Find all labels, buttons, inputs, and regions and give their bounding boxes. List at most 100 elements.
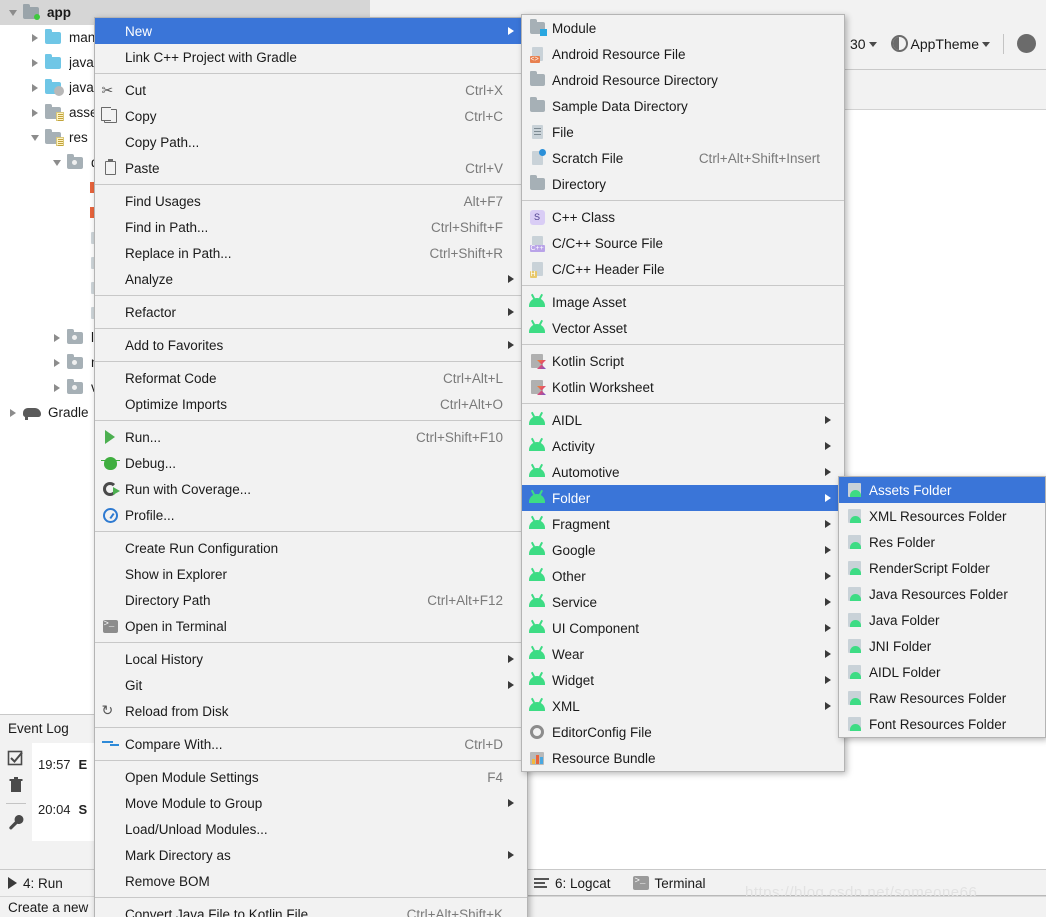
context-menu-item-mark-directory-as[interactable]: Mark Directory as [95, 842, 527, 868]
tree-twisty[interactable] [48, 358, 66, 367]
new-menu-item-file[interactable]: File [522, 119, 844, 145]
terminal-tab[interactable]: Terminal [632, 876, 706, 891]
context-menu-item-directory-path[interactable]: Directory Path Ctrl+Alt+F12 [95, 587, 527, 613]
api-level-selector[interactable]: 30 [846, 34, 881, 54]
logcat-tab[interactable]: 6: Logcat [534, 876, 611, 891]
new-menu-item-image-asset[interactable]: Image Asset [522, 289, 844, 315]
context-menu-item-add-to-favorites[interactable]: Add to Favorites [95, 332, 527, 358]
context-menu-item-reload-from-disk[interactable]: ↻ Reload from Disk [95, 698, 527, 724]
context-menu-item-load-unload-modules[interactable]: Load/Unload Modules... [95, 816, 527, 842]
new-menu-item-kotlin-script[interactable]: Kotlin Script [522, 348, 844, 374]
folder-menu-item-aidl-folder[interactable]: AIDL Folder [839, 659, 1045, 685]
tree-twisty-collapsed[interactable] [54, 383, 60, 392]
context-menu-item-refactor[interactable]: Refactor [95, 299, 527, 325]
tree-twisty-expanded[interactable] [9, 9, 17, 16]
tree-twisty-collapsed[interactable] [32, 83, 38, 92]
new-menu-item-sample-data-directory[interactable]: Sample Data Directory [522, 93, 844, 119]
context-menu-item-run-with-coverage[interactable]: Run with Coverage... [95, 476, 527, 502]
tree-twisty[interactable] [26, 58, 44, 67]
tree-twisty-collapsed[interactable] [32, 33, 38, 42]
context-menu-item-link-c-project-with-gradle[interactable]: Link C++ Project with Gradle [95, 44, 527, 70]
folder-menu-item-jni-folder[interactable]: JNI Folder [839, 633, 1045, 659]
new-menu-item-c-c-source-file[interactable]: C++ C/C++ Source File [522, 230, 844, 256]
new-menu-item-scratch-file[interactable]: Scratch File Ctrl+Alt+Shift+Insert [522, 145, 844, 171]
context-menu-item-convert-java-file-to-kotlin-file[interactable]: Convert Java File to Kotlin File Ctrl+Alt… [95, 901, 527, 917]
new-menu-item-other[interactable]: Other [522, 563, 844, 589]
context-menu-item-paste[interactable]: Paste Ctrl+V [95, 155, 527, 181]
tree-twisty[interactable] [26, 33, 44, 42]
context-menu-item-git[interactable]: Git [95, 672, 527, 698]
context-menu-item-reformat-code[interactable]: Reformat Code Ctrl+Alt+L [95, 365, 527, 391]
new-menu-item-ui-component[interactable]: UI Component [522, 615, 844, 641]
tree-twisty[interactable] [26, 108, 44, 117]
new-menu-item-widget[interactable]: Widget [522, 667, 844, 693]
folder-menu-item-raw-resources-folder[interactable]: Raw Resources Folder [839, 685, 1045, 711]
new-menu-item-wear[interactable]: Wear [522, 641, 844, 667]
project-context-menu[interactable]: New Link C++ Project with Gradle ✂ Cut Ctrl+… [94, 17, 528, 917]
new-menu-item-c-class[interactable]: S C++ Class [522, 204, 844, 230]
tree-twisty[interactable] [48, 159, 66, 166]
folder-submenu[interactable]: Assets Folder XML Resources Folder Res Fol… [838, 476, 1046, 738]
context-menu-item-open-module-settings[interactable]: Open Module Settings F4 [95, 764, 527, 790]
tree-twisty-collapsed[interactable] [32, 58, 38, 67]
context-menu-item-analyze[interactable]: Analyze [95, 266, 527, 292]
context-menu-item-local-history[interactable]: Local History [95, 646, 527, 672]
new-submenu[interactable]: Module <> Android Resource File Android Res… [521, 14, 845, 772]
context-menu-item-optimize-imports[interactable]: Optimize Imports Ctrl+Alt+O [95, 391, 527, 417]
context-menu-item-create-run-configuration[interactable]: Create Run Configuration [95, 535, 527, 561]
context-menu-item-copy[interactable]: Copy Ctrl+C [95, 103, 527, 129]
tree-twisty[interactable] [48, 333, 66, 342]
context-menu-item-remove-bom[interactable]: Remove BOM [95, 868, 527, 894]
folder-menu-item-assets-folder[interactable]: Assets Folder [839, 477, 1045, 503]
tree-twisty[interactable] [4, 408, 22, 417]
new-menu-item-folder[interactable]: Folder [522, 485, 844, 511]
new-menu-item-google[interactable]: Google [522, 537, 844, 563]
new-menu-item-resource-bundle[interactable]: Resource Bundle [522, 745, 844, 771]
locale-selector[interactable] [1013, 32, 1040, 55]
context-menu-item-new[interactable]: New [95, 18, 527, 44]
settings-wrench-icon[interactable] [7, 813, 25, 831]
folder-menu-item-renderscript-folder[interactable]: RenderScript Folder [839, 555, 1045, 581]
context-menu-item-debug[interactable]: Debug... [95, 450, 527, 476]
new-menu-item-automotive[interactable]: Automotive [522, 459, 844, 485]
new-menu-item-service[interactable]: Service [522, 589, 844, 615]
new-menu-item-kotlin-worksheet[interactable]: Kotlin Worksheet [522, 374, 844, 400]
folder-menu-item-xml-resources-folder[interactable]: XML Resources Folder [839, 503, 1045, 529]
new-menu-item-module[interactable]: Module [522, 15, 844, 41]
tree-twisty-collapsed[interactable] [10, 408, 16, 417]
context-menu-item-cut[interactable]: ✂ Cut Ctrl+X [95, 77, 527, 103]
delete-icon[interactable] [7, 776, 25, 794]
tree-twisty-expanded[interactable] [53, 159, 61, 166]
tree-twisty[interactable] [4, 9, 22, 16]
tree-twisty-collapsed[interactable] [54, 358, 60, 367]
new-menu-item-activity[interactable]: Activity [522, 433, 844, 459]
tree-twisty-expanded[interactable] [31, 134, 39, 141]
folder-menu-item-font-resources-folder[interactable]: Font Resources Folder [839, 711, 1045, 737]
context-menu-item-profile[interactable]: Profile... [95, 502, 527, 528]
new-menu-item-android-resource-file[interactable]: <> Android Resource File [522, 41, 844, 67]
new-menu-item-c-c-header-file[interactable]: H C/C++ Header File [522, 256, 844, 282]
context-menu-item-open-in-terminal[interactable]: Open in Terminal [95, 613, 527, 639]
new-menu-item-directory[interactable]: Directory [522, 171, 844, 197]
tree-twisty-collapsed[interactable] [32, 108, 38, 117]
context-menu-item-copy-path[interactable]: Copy Path... [95, 129, 527, 155]
tree-twisty[interactable] [26, 83, 44, 92]
context-menu-item-show-in-explorer[interactable]: Show in Explorer [95, 561, 527, 587]
tree-twisty[interactable] [26, 134, 44, 141]
context-menu-item-compare-with[interactable]: Compare With... Ctrl+D [95, 731, 527, 757]
context-menu-item-find-usages[interactable]: Find Usages Alt+F7 [95, 188, 527, 214]
context-menu-item-move-module-to-group[interactable]: Move Module to Group [95, 790, 527, 816]
context-menu-item-replace-in-path[interactable]: Replace in Path... Ctrl+Shift+R [95, 240, 527, 266]
new-menu-item-vector-asset[interactable]: Vector Asset [522, 315, 844, 341]
tree-twisty[interactable] [48, 383, 66, 392]
run-tool-window-tab[interactable]: 4: Run [0, 869, 95, 896]
new-menu-item-aidl[interactable]: AIDL [522, 407, 844, 433]
folder-menu-item-java-folder[interactable]: Java Folder [839, 607, 1045, 633]
folder-menu-item-res-folder[interactable]: Res Folder [839, 529, 1045, 555]
new-menu-item-fragment[interactable]: Fragment [522, 511, 844, 537]
new-menu-item-android-resource-directory[interactable]: Android Resource Directory [522, 67, 844, 93]
new-menu-item-xml[interactable]: XML [522, 693, 844, 719]
mark-read-icon[interactable] [7, 749, 25, 767]
context-menu-item-run[interactable]: Run... Ctrl+Shift+F10 [95, 424, 527, 450]
theme-selector[interactable]: AppTheme [887, 33, 994, 54]
